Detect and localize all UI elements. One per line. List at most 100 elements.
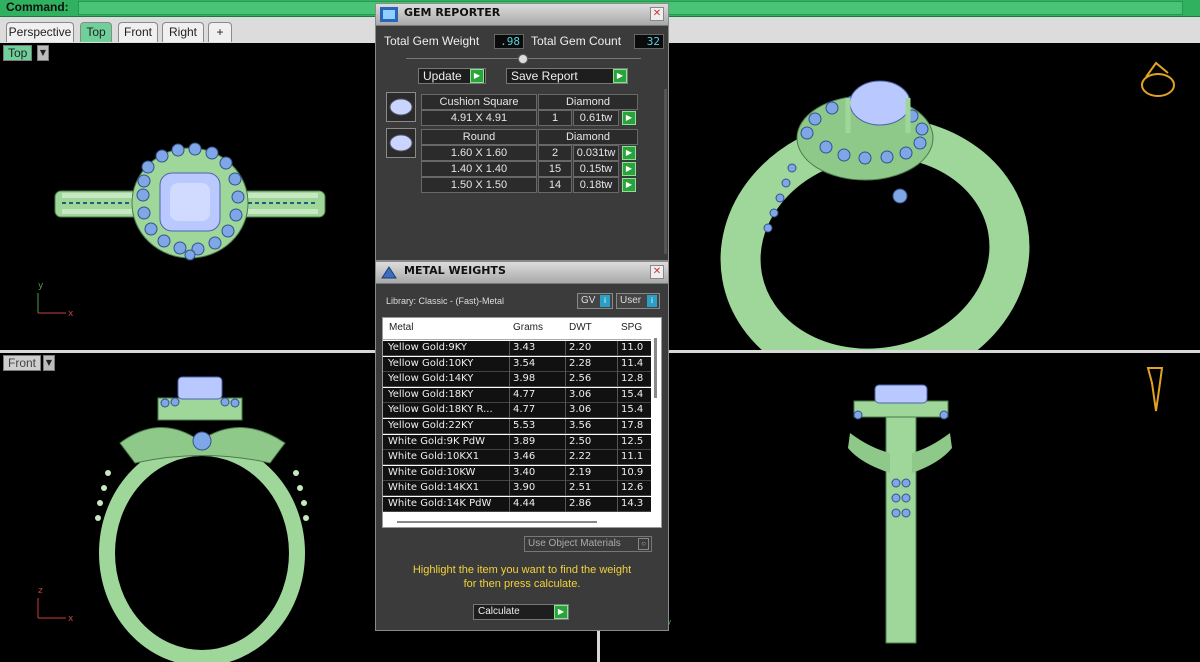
gv-label: GV bbox=[581, 295, 596, 306]
column-divider bbox=[509, 403, 510, 419]
ring-right-view: y bbox=[666, 367, 1164, 644]
ring-perspective-view bbox=[720, 61, 1175, 350]
metal-spg-cell: 10.9 bbox=[621, 466, 644, 478]
total-gem-count-value: 32 bbox=[634, 34, 664, 49]
metal-spg-cell: 11.1 bbox=[621, 451, 644, 463]
hint-line-2: for then press calculate. bbox=[463, 578, 581, 590]
library-label: Library: Classic - (Fast)-Metal bbox=[386, 296, 505, 306]
metal-table-vscroll[interactable] bbox=[651, 318, 661, 518]
table-row[interactable]: White Gold:10KX1 3.46 2.22 11.1 bbox=[383, 450, 653, 466]
tab-label: Front bbox=[123, 25, 152, 39]
metal-metal-cell: Yellow Gold:18KY bbox=[388, 388, 474, 400]
gem-size-cell: 4.91 X 4.91 bbox=[421, 110, 537, 126]
gem-count-cell: 15 bbox=[538, 161, 572, 177]
metal-grams-cell: 3.90 bbox=[513, 482, 536, 494]
metal-spg-cell: 17.8 bbox=[621, 420, 644, 431]
table-row[interactable]: Yellow Gold:22KY 5.53 3.56 17.8 bbox=[383, 419, 653, 434]
info-icon: i bbox=[647, 295, 657, 307]
table-row[interactable]: Yellow Gold:18KY R... 4.77 3.06 15.4 bbox=[383, 403, 653, 419]
gem-reporter-titlebar[interactable]: GEM REPORTER ✕ bbox=[376, 4, 668, 26]
metal-metal-cell: White Gold:14KX1 bbox=[388, 482, 480, 494]
metal-metal-cell: Yellow Gold:10KY bbox=[388, 357, 474, 369]
column-divider bbox=[565, 356, 566, 372]
gem-weight-cell: 0.18tw bbox=[573, 177, 619, 193]
user-toggle[interactable]: User i bbox=[616, 293, 660, 309]
metal-dwt-cell: 2.56 bbox=[569, 373, 592, 385]
column-divider bbox=[565, 387, 566, 403]
gem-weight-cell: 0.031tw bbox=[573, 145, 619, 161]
column-divider bbox=[617, 356, 618, 372]
metal-spg-cell: 11.0 bbox=[621, 342, 644, 353]
metal-dwt-cell: 3.56 bbox=[569, 420, 592, 431]
metal-weights-title: METAL WEIGHTS bbox=[404, 264, 506, 277]
metal-spg-cell: 12.5 bbox=[621, 435, 644, 447]
metal-dwt-cell: 2.50 bbox=[569, 435, 592, 447]
add-tab-button[interactable]: + bbox=[208, 22, 232, 42]
gem-row-arrow-icon[interactable]: ▶ bbox=[622, 178, 636, 192]
gem-row-arrow-icon[interactable]: ▶ bbox=[622, 146, 636, 160]
column-divider bbox=[509, 341, 510, 356]
column-divider bbox=[565, 341, 566, 356]
metal-spg-cell: 12.8 bbox=[621, 373, 644, 385]
save-report-arrow-icon[interactable]: ▶ bbox=[613, 69, 627, 83]
tab-perspective[interactable]: Perspective bbox=[6, 22, 74, 42]
metal-table-hscroll[interactable] bbox=[383, 517, 661, 527]
close-icon[interactable]: ✕ bbox=[650, 265, 664, 279]
col-metal-header[interactable]: Metal bbox=[389, 322, 413, 333]
viewport-right[interactable]: y bbox=[600, 353, 1200, 662]
column-divider bbox=[617, 372, 618, 388]
tab-top[interactable]: Top bbox=[80, 22, 112, 42]
tab-front[interactable]: Front bbox=[118, 22, 158, 42]
axis-x-label: x bbox=[68, 614, 74, 624]
gem-reporter-title: GEM REPORTER bbox=[404, 6, 501, 19]
table-row[interactable]: Yellow Gold:18KY 4.77 3.06 15.4 bbox=[383, 387, 653, 403]
col-dwt-header[interactable]: DWT bbox=[569, 322, 592, 333]
metal-table[interactable]: Metal Grams DWT SPG Yellow Gold:9KY 3.43 2… bbox=[382, 317, 662, 528]
col-spg-header[interactable]: SPG bbox=[621, 322, 642, 333]
hscroll-thumb[interactable] bbox=[397, 521, 597, 523]
save-report-button[interactable]: Save Report bbox=[506, 68, 628, 84]
total-gem-weight-value: .98 bbox=[494, 34, 524, 49]
table-row[interactable]: Yellow Gold:14KY 3.98 2.56 12.8 bbox=[383, 372, 653, 388]
metal-weights-titlebar[interactable]: METAL WEIGHTS ✕ bbox=[376, 262, 668, 284]
column-divider bbox=[617, 465, 618, 481]
add-tab-icon: + bbox=[216, 25, 224, 39]
metal-dwt-cell: 3.06 bbox=[569, 388, 592, 400]
vscroll-thumb[interactable] bbox=[654, 338, 657, 398]
column-divider bbox=[617, 387, 618, 403]
column-divider bbox=[617, 481, 618, 497]
tab-label: Perspective bbox=[8, 25, 72, 39]
col-grams-header[interactable]: Grams bbox=[513, 322, 543, 333]
column-divider bbox=[509, 465, 510, 481]
command-label: Command: bbox=[6, 0, 69, 14]
metal-metal-cell: White Gold:10KX1 bbox=[388, 451, 480, 463]
viewport-perspective[interactable] bbox=[600, 43, 1200, 350]
axis-z-label: z bbox=[38, 586, 43, 596]
use-object-materials-checkbox[interactable]: Use Object Materials ○ bbox=[524, 536, 652, 552]
column-divider bbox=[565, 497, 566, 512]
gv-toggle[interactable]: GV i bbox=[577, 293, 613, 309]
tab-right[interactable]: Right bbox=[162, 22, 204, 42]
column-divider bbox=[509, 372, 510, 388]
table-row[interactable]: White Gold:14KX1 3.90 2.51 12.6 bbox=[383, 481, 653, 497]
table-row[interactable]: White Gold:9K PdW 3.89 2.50 12.5 bbox=[383, 434, 653, 450]
save-report-label: Save Report bbox=[511, 69, 578, 83]
table-row[interactable]: Yellow Gold:10KY 3.54 2.28 11.4 bbox=[383, 356, 653, 372]
metal-grams-cell: 3.46 bbox=[513, 451, 536, 463]
table-row[interactable]: Yellow Gold:9KY 3.43 2.20 11.0 bbox=[383, 341, 653, 356]
column-divider bbox=[509, 450, 510, 466]
hint-line-1: Highlight the item you want to find the … bbox=[412, 564, 632, 576]
column-divider bbox=[509, 481, 510, 497]
table-row[interactable]: White Gold:14K PdW 4.44 2.86 14.3 bbox=[383, 497, 653, 512]
gem-reporter-window: GEM REPORTER ✕ Total Gem Weight .98 Tota… bbox=[375, 3, 669, 261]
gem-list-scrollbar[interactable] bbox=[664, 89, 667, 254]
gem-row-arrow-icon[interactable]: ▶ bbox=[622, 162, 636, 176]
table-row[interactable]: White Gold:10KW 3.40 2.19 10.9 bbox=[383, 465, 653, 481]
splitter-handle[interactable] bbox=[518, 54, 528, 64]
update-arrow-icon[interactable]: ▶ bbox=[470, 69, 484, 83]
close-icon[interactable]: ✕ bbox=[650, 7, 664, 21]
metal-dwt-cell: 2.19 bbox=[569, 466, 592, 478]
calculate-arrow-icon[interactable]: ▶ bbox=[554, 605, 568, 619]
gem-row-arrow-icon[interactable]: ▶ bbox=[622, 111, 636, 125]
metal-spg-cell: 12.6 bbox=[621, 482, 644, 494]
